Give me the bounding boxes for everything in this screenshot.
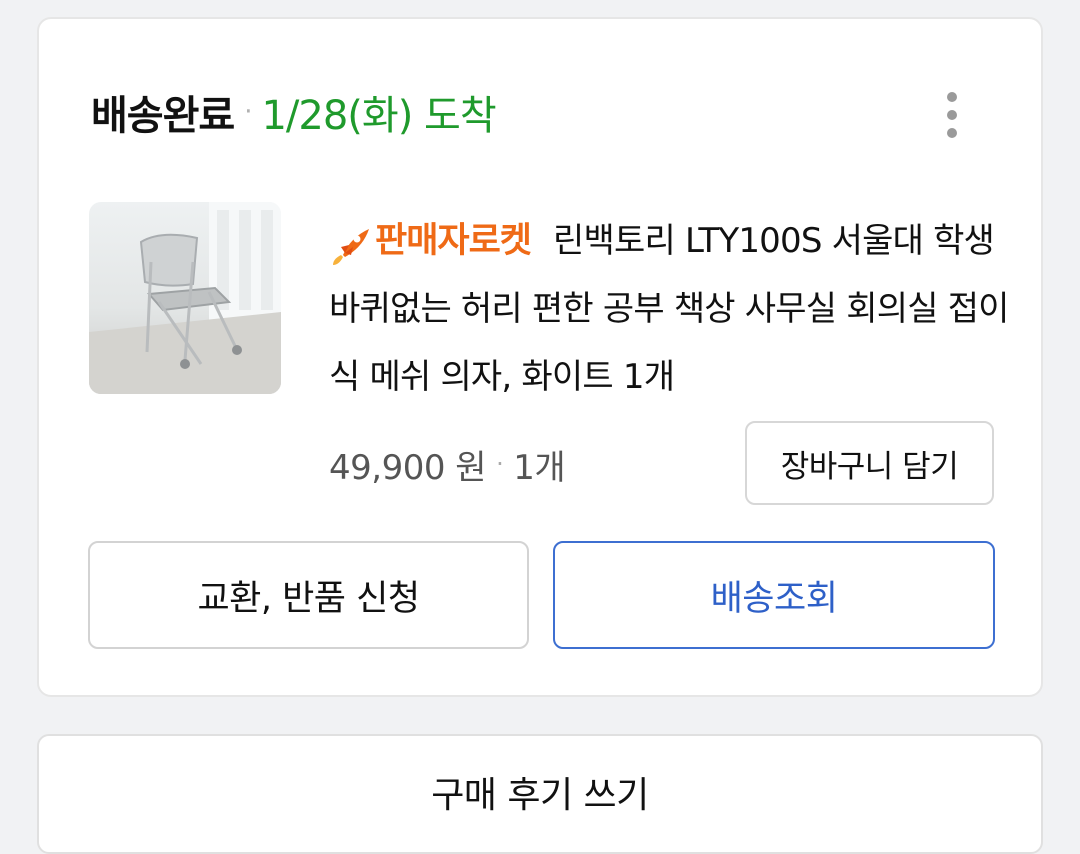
delivery-status: 배송완료 · 1/28(화) 도착 xyxy=(91,87,497,139)
product-info[interactable]: 판매자로켓 린백토리 LTY100S 서울대 학생 바퀴없는 허리 편한 공부 … xyxy=(329,207,1009,411)
more-options-button[interactable] xyxy=(932,83,972,147)
delivery-tracking-button[interactable]: 배송조회 xyxy=(553,541,995,649)
price-row: 49,900 원 · 1개 xyxy=(329,439,566,489)
status-separator: · xyxy=(244,97,252,127)
add-to-cart-button[interactable]: 장바구니 담기 xyxy=(745,421,994,505)
rocket-icon xyxy=(333,229,369,265)
write-review-button[interactable]: 구매 후기 쓰기 xyxy=(37,734,1043,854)
price-separator: · xyxy=(496,450,504,478)
status-title: 배송완료 xyxy=(91,93,235,139)
chair-image xyxy=(89,202,281,394)
product-thumbnail[interactable] xyxy=(89,202,281,394)
seller-rocket-badge: 판매자로켓 xyxy=(329,207,532,275)
order-card: 배송완료 · 1/28(화) 도착 판매자로켓 린백토리 LTY100S 서울대… xyxy=(37,17,1043,697)
rocket-badge-label: 판매자로켓 xyxy=(375,221,532,261)
product-quantity: 1개 xyxy=(513,447,566,488)
arrival-date: 1/28(화) 도착 xyxy=(261,93,496,139)
exchange-return-button[interactable]: 교환, 반품 신청 xyxy=(88,541,529,649)
more-vertical-icon xyxy=(947,88,957,142)
product-price: 49,900 원 xyxy=(329,447,487,488)
write-review-label: 구매 후기 쓰기 xyxy=(431,775,649,816)
